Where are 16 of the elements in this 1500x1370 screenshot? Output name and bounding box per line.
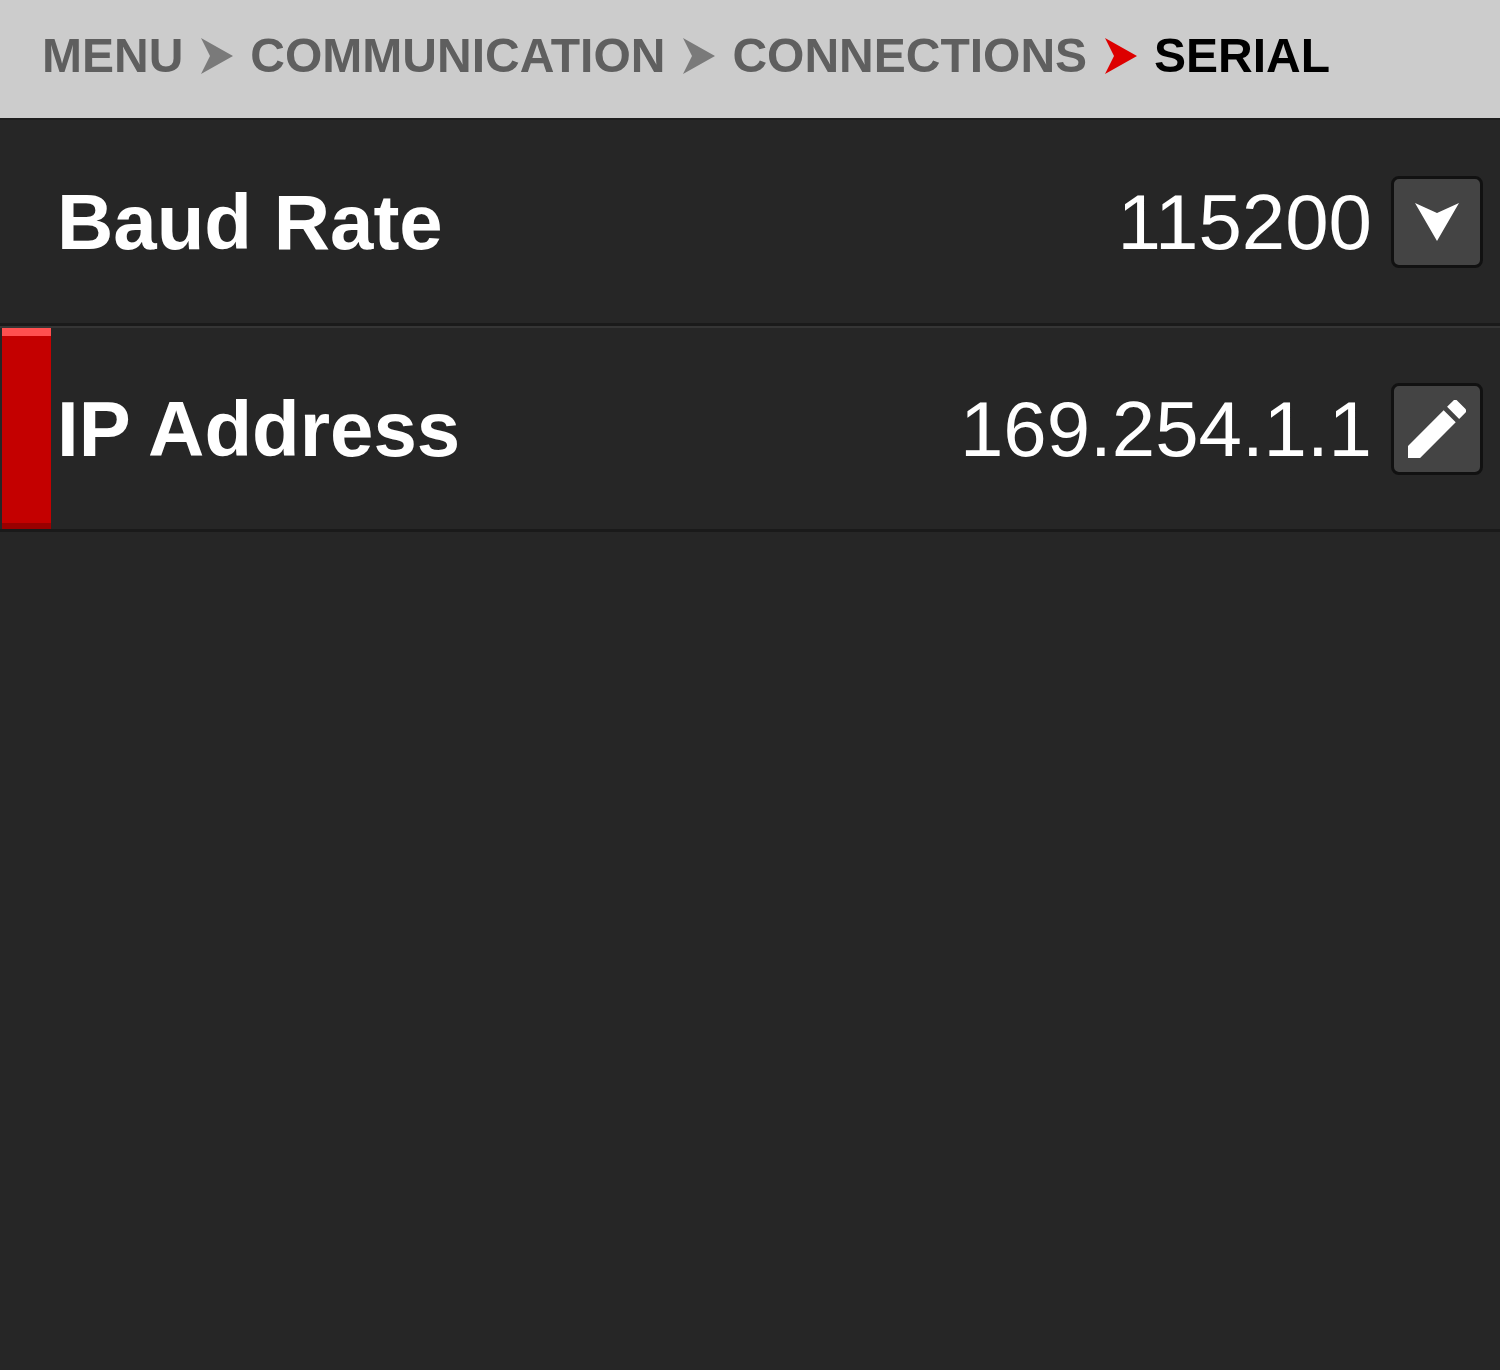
breadcrumb-link[interactable]: MENU: [42, 32, 184, 80]
edit-button[interactable]: [1391, 382, 1483, 475]
breadcrumb-link[interactable]: CONNECTIONS: [732, 32, 1088, 80]
chevron-right-icon: [1105, 38, 1138, 74]
setting-label: Baud Rate: [57, 182, 443, 261]
setting-value: 115200: [1117, 182, 1372, 261]
setting-label: IP Address: [57, 389, 461, 468]
caret-down-icon: [1415, 202, 1459, 241]
settings-row[interactable]: IP Address 169.254.1.1: [0, 326, 1500, 532]
chevron-right-icon: [683, 38, 716, 74]
pencil-icon: [1408, 399, 1466, 458]
chevron-right-icon: [201, 38, 234, 74]
setting-value: 169.254.1.1: [959, 389, 1372, 468]
breadcrumb-link[interactable]: COMMUNICATION: [250, 32, 666, 80]
dropdown-button[interactable]: [1391, 175, 1483, 268]
breadcrumb-current: SERIAL: [1154, 32, 1331, 80]
